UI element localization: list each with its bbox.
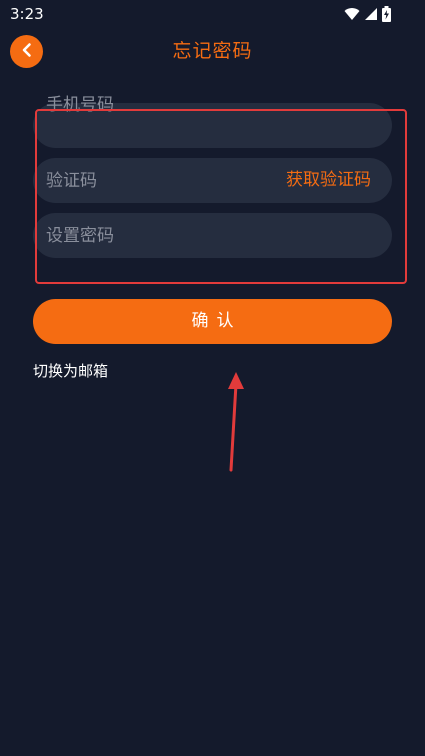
battery-icon [382, 6, 391, 22]
status-time: 3:23 [10, 5, 44, 23]
confirm-button[interactable]: 确认 [33, 299, 392, 344]
page-title: 忘记密码 [172, 40, 253, 62]
annotation-box [35, 109, 407, 284]
signal-icon [364, 7, 378, 21]
status-bar: 3:23 [0, 0, 425, 28]
switch-to-email-link[interactable]: 切换为邮箱 [33, 360, 108, 382]
wifi-icon [344, 7, 360, 21]
forgot-password-screen: 3:23 忘记密码 手机号码 验证码 获取验证码 确认 切换为邮箱 [0, 0, 425, 756]
status-icons [344, 4, 391, 24]
